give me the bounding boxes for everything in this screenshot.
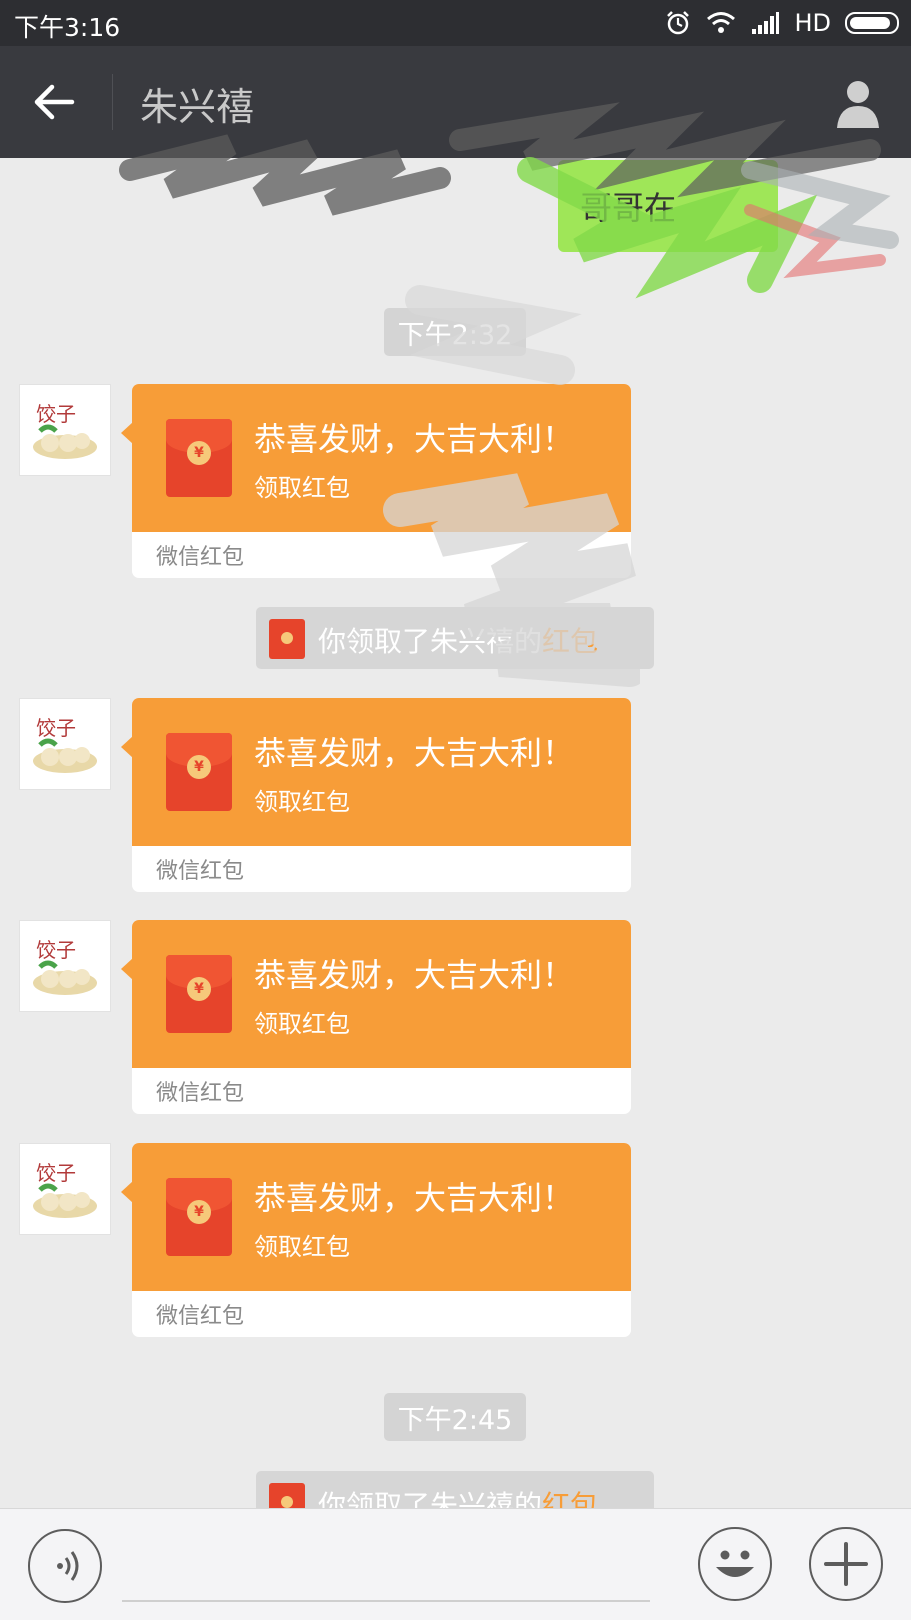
red-packet-message[interactable]: ¥ 恭喜发财，大吉大利！ 领取红包 微信红包 bbox=[121, 1143, 631, 1337]
status-icons: HD bbox=[664, 6, 899, 40]
avatar[interactable]: 饺子 bbox=[19, 384, 111, 476]
red-packet-greeting: 恭喜发财，大吉大利！ bbox=[254, 1179, 575, 1217]
voice-icon bbox=[57, 1551, 79, 1581]
more-button[interactable] bbox=[809, 1527, 883, 1601]
svg-text:饺子: 饺子 bbox=[36, 1161, 76, 1185]
svg-text:饺子: 饺子 bbox=[36, 938, 76, 962]
red-packet-action: 领取红包 bbox=[254, 788, 350, 816]
wifi-icon bbox=[707, 12, 736, 33]
chat-header: 朱兴禧 bbox=[0, 46, 911, 158]
notice-text: 你领取了朱兴禧的红包 bbox=[318, 625, 599, 658]
avatar[interactable]: 饺子 bbox=[19, 920, 111, 1012]
red-packet-message[interactable]: ¥ 恭喜发财，大吉大利！ 领取红包 微信红包 bbox=[121, 698, 631, 892]
message-input[interactable] bbox=[122, 1600, 650, 1602]
red-envelope-icon: ¥ bbox=[166, 1178, 232, 1256]
avatar[interactable]: 饺子 bbox=[19, 698, 111, 790]
red-envelope-icon: ¥ bbox=[166, 955, 232, 1033]
emoji-button[interactable] bbox=[698, 1527, 772, 1601]
header-divider bbox=[112, 74, 113, 130]
red-packet-action: 领取红包 bbox=[254, 1010, 350, 1038]
red-envelope-icon: ¥ bbox=[166, 733, 232, 811]
red-packet-greeting: 恭喜发财，大吉大利！ bbox=[254, 420, 575, 458]
dumpling-avatar-image: 饺子 bbox=[33, 938, 97, 995]
red-packet-footer: 微信红包 bbox=[156, 545, 245, 570]
dumpling-avatar-image: 饺子 bbox=[33, 1161, 97, 1218]
system-notice: 你领取了朱兴禧的红包 bbox=[256, 607, 654, 669]
chat-title: 朱兴禧 bbox=[140, 85, 255, 129]
smiley-icon bbox=[716, 1550, 754, 1577]
timestamp-chip: 下午2:32 bbox=[384, 308, 526, 356]
svg-text:饺子: 饺子 bbox=[36, 716, 76, 740]
red-packet-action: 领取红包 bbox=[254, 474, 350, 502]
voice-button[interactable] bbox=[28, 1529, 102, 1603]
red-packet-footer: 微信红包 bbox=[156, 1304, 245, 1329]
red-packet-greeting: 恭喜发财，大吉大利！ bbox=[254, 956, 575, 994]
timestamp-chip: 下午2:45 bbox=[384, 1393, 526, 1441]
sent-message-text: 哥哥在 bbox=[580, 189, 677, 227]
network-type: HD bbox=[794, 9, 831, 37]
sent-message-bubble[interactable]: 哥哥在 bbox=[558, 160, 778, 252]
red-packet-message[interactable]: ¥ 恭喜发财，大吉大利！ 领取红包 微信红包 bbox=[121, 920, 631, 1114]
input-bar bbox=[0, 1508, 911, 1620]
red-envelope-icon: ¥ bbox=[166, 419, 232, 497]
red-packet-message[interactable]: ¥ 恭喜发财，大吉大利！ 领取红包 微信红包 bbox=[121, 384, 631, 578]
notice-link[interactable]: 红包 bbox=[542, 625, 598, 658]
plus-icon bbox=[824, 1542, 868, 1586]
timestamp-text: 下午2:45 bbox=[397, 1404, 513, 1436]
person-icon[interactable] bbox=[833, 76, 883, 130]
arrow-left-icon[interactable] bbox=[30, 78, 78, 126]
dumpling-avatar-image: 饺子 bbox=[33, 402, 97, 459]
red-packet-footer: 微信红包 bbox=[156, 1081, 245, 1106]
status-bar: 下午3:16 HD bbox=[0, 0, 911, 46]
signal-icon bbox=[752, 12, 780, 34]
red-packet-greeting: 恭喜发财，大吉大利！ bbox=[254, 734, 575, 772]
red-packet-action: 领取红包 bbox=[254, 1233, 350, 1261]
avatar[interactable]: 饺子 bbox=[19, 1143, 111, 1235]
red-envelope-icon bbox=[269, 619, 305, 659]
dumpling-avatar-image: 饺子 bbox=[33, 716, 97, 773]
red-packet-footer: 微信红包 bbox=[156, 859, 245, 884]
battery-icon bbox=[845, 12, 899, 34]
timestamp-text: 下午2:32 bbox=[397, 319, 513, 351]
alarm-icon bbox=[667, 11, 690, 35]
status-time: 下午3:16 bbox=[14, 13, 121, 42]
svg-text:饺子: 饺子 bbox=[36, 402, 76, 426]
